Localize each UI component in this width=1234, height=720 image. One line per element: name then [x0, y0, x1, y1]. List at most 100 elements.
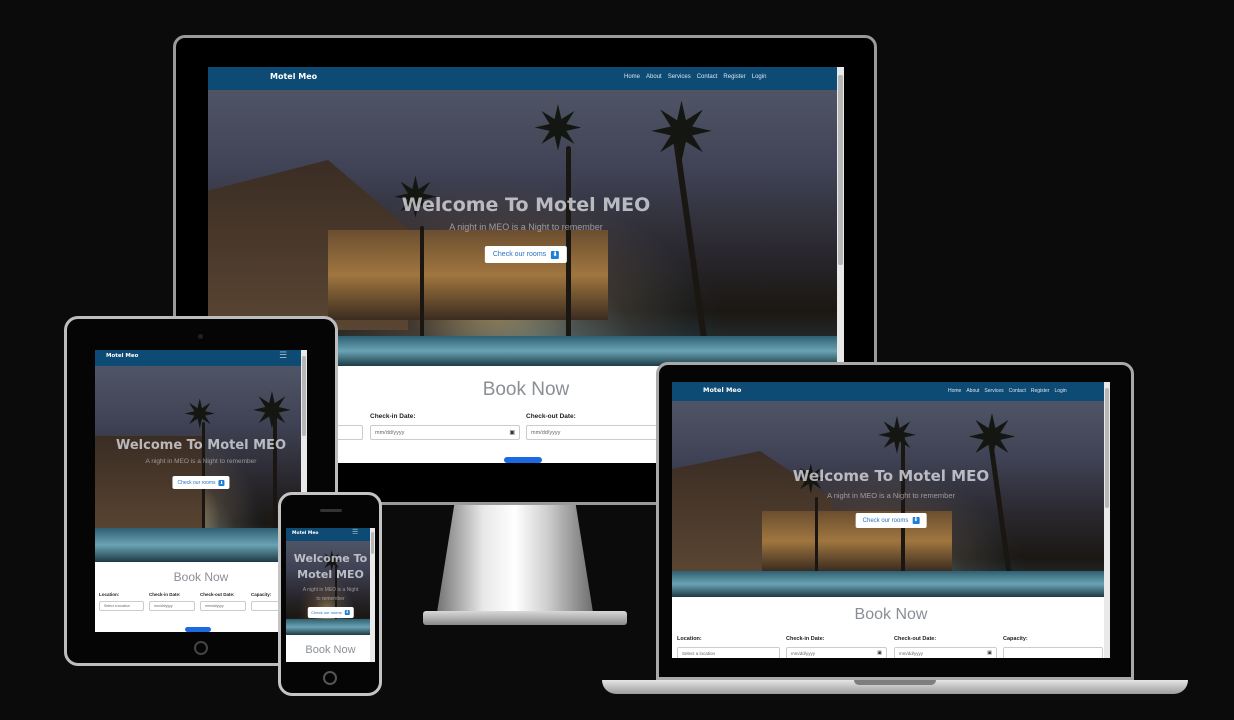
monitor-stand [435, 505, 595, 625]
capacity-input[interactable] [1003, 647, 1103, 658]
hero-subtitle-line-2: to remember [316, 596, 345, 602]
checkin-date-input[interactable]: mm/dd/yyyy [149, 601, 195, 611]
navbar: Motel Meo Home About Services Contact Re… [208, 67, 844, 90]
nav-link-services[interactable]: Services [984, 388, 1003, 394]
download-icon: ⬇ [551, 250, 560, 259]
brand-logo[interactable]: Motel Meo [106, 353, 138, 359]
checkout-date-value: mm/dd/yyyy [899, 650, 924, 656]
capacity-label: Capacity: [1003, 636, 1028, 642]
checkin-date-value: mm/dd/yyyy [154, 604, 173, 608]
book-now-title: Book Now [305, 644, 356, 656]
checkin-label: Check-in Date: [786, 636, 825, 642]
checkin-date-input[interactable]: mm/dd/yyyy ▣ [370, 425, 520, 440]
hero-title: Welcome To Motel MEO [401, 194, 651, 216]
nav-link-register[interactable]: Register [1031, 388, 1050, 394]
nav-link-services[interactable]: Services [668, 74, 691, 80]
brand-logo[interactable]: Motel Meo [270, 72, 317, 81]
calendar-icon[interactable]: ▣ [509, 429, 515, 436]
download-icon: ⬇ [912, 517, 920, 524]
checkout-date-input[interactable]: mm/dd/yyyy [200, 601, 246, 611]
check-rooms-button[interactable]: Check our rooms ⬇ [172, 476, 230, 489]
nav-link-register[interactable]: Register [723, 74, 745, 80]
checkout-label: Check-out Date: [200, 592, 235, 597]
checkin-label: Check-in Date: [370, 413, 416, 420]
scrollbar[interactable] [1104, 382, 1110, 658]
calendar-icon[interactable]: ▣ [987, 650, 992, 656]
check-rooms-button[interactable]: Check our rooms ⬇ [307, 607, 354, 618]
checkin-label: Check-in Date: [149, 592, 181, 597]
checkout-date-input[interactable]: mm/dd/yyyy ▣ [894, 647, 997, 658]
laptop-screen: Motel Meo Home About Services Contact Re… [672, 382, 1110, 658]
book-submit-button[interactable] [504, 457, 542, 463]
nav-link-login[interactable]: Login [752, 74, 767, 80]
phone-speaker [320, 509, 342, 512]
nav-links: Home About Services Contact Register Log… [948, 388, 1067, 394]
tablet-home-button[interactable] [194, 641, 208, 655]
checkout-date-value: mm/dd/yyyy [531, 429, 561, 436]
laptop-device: Motel Meo Home About Services Contact Re… [602, 362, 1188, 700]
phone-home-button[interactable] [323, 671, 337, 685]
navbar: Motel Meo ☰ [286, 528, 375, 541]
checkout-date-value: mm/dd/yyyy [205, 604, 224, 608]
nav-links: Home About Services Contact Register Log… [624, 74, 766, 80]
hero-subtitle: A night in MEO is a Night to remember [145, 458, 257, 465]
hero-title-line-2: Motel MEO [297, 568, 364, 581]
hero-section: ✷ ✷ Welcome To Motel MEO A night in MEO … [95, 366, 307, 562]
brand-logo[interactable]: Motel Meo [292, 531, 319, 536]
monitor-base [423, 611, 627, 625]
nav-link-contact[interactable]: Contact [1009, 388, 1026, 394]
checkin-date-input[interactable]: mm/dd/yyyy ▣ [786, 647, 887, 658]
nav-link-about[interactable]: About [966, 388, 979, 394]
check-rooms-button[interactable]: Check our rooms ⬇ [484, 246, 568, 263]
book-now-title: Book Now [854, 606, 928, 623]
checkin-date-value: mm/dd/yyyy [791, 650, 816, 656]
nav-link-login[interactable]: Login [1054, 388, 1066, 394]
laptop-notch [854, 680, 936, 685]
nav-link-home[interactable]: Home [624, 74, 640, 80]
location-value: Select a location [104, 604, 130, 608]
hero-subtitle: A night in MEO is a Night to remember [827, 491, 955, 500]
checkout-label: Check-out Date: [894, 636, 937, 642]
hero-section: ✷ Welcome To Motel MEO A night in MEO is… [286, 541, 375, 635]
check-rooms-label: Check our rooms [862, 517, 909, 524]
navbar: Motel Meo Home About Services Contact Re… [672, 382, 1110, 401]
check-rooms-label: Check our rooms [177, 479, 216, 486]
book-submit-button[interactable] [185, 627, 211, 632]
location-label: Location: [677, 636, 702, 642]
tablet-screen: Motel Meo ☰ ✷ ✷ Welcome To Motel MEO A n… [95, 350, 307, 632]
download-icon: ⬇ [344, 610, 350, 615]
checkin-date-value: mm/dd/yyyy [375, 429, 405, 436]
scroll-thumb[interactable] [302, 356, 306, 436]
download-icon: ⬇ [218, 479, 225, 486]
book-now-title: Book Now [173, 570, 229, 584]
location-value: Select a location [682, 650, 716, 656]
hero-title: Welcome To Motel MEO [115, 438, 287, 453]
scroll-thumb[interactable] [1105, 388, 1109, 508]
scrollbar[interactable] [370, 528, 375, 662]
location-select[interactable]: Select a location [677, 647, 780, 658]
location-label: Location: [99, 592, 120, 597]
hamburger-menu-icon[interactable]: ☰ [279, 351, 287, 361]
brand-logo[interactable]: Motel Meo [703, 386, 741, 394]
nav-link-about[interactable]: About [646, 74, 662, 80]
pool-image [286, 619, 375, 635]
location-select[interactable]: Select a location [99, 601, 144, 611]
hamburger-menu-icon[interactable]: ☰ [352, 528, 358, 536]
phone-screen: Motel Meo ☰ ✷ Welcome To Motel MEO A nig… [286, 528, 375, 662]
hero-title-line-1: Welcome To [293, 552, 368, 565]
hero-section: ✷ ✷ ✷ Welcome To Motel MEO A night in ME… [672, 401, 1110, 597]
navbar: Motel Meo ☰ [95, 350, 307, 366]
hero-title: Welcome To Motel MEO [792, 467, 990, 485]
check-rooms-label: Check our rooms [311, 610, 342, 615]
calendar-icon[interactable]: ▣ [877, 650, 882, 656]
palm-tree-image: ✷ [872, 407, 932, 597]
scroll-thumb[interactable] [838, 75, 843, 265]
nav-link-home[interactable]: Home [948, 388, 961, 394]
scroll-thumb[interactable] [371, 532, 374, 554]
check-rooms-button[interactable]: Check our rooms ⬇ [855, 513, 927, 528]
hero-subtitle: A night in MEO is a Night to remember [449, 222, 603, 232]
capacity-label: Capacity: [251, 592, 272, 597]
phone-device: Motel Meo ☰ ✷ Welcome To Motel MEO A nig… [278, 492, 382, 696]
pool-image [672, 571, 1110, 597]
nav-link-contact[interactable]: Contact [697, 74, 718, 80]
